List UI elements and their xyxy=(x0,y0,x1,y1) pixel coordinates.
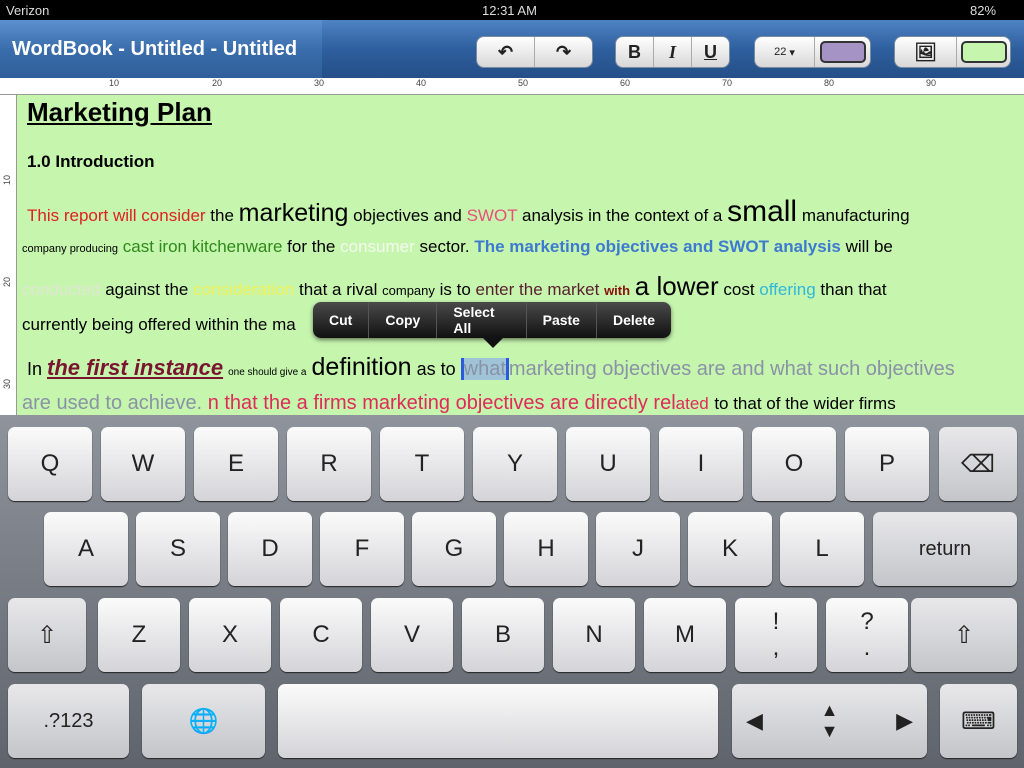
key-m[interactable]: M xyxy=(644,598,726,672)
ruler-mark: 40 xyxy=(416,78,427,88)
toolbar: WordBook - Untitled - Untitled ↶ ↷ B I U… xyxy=(0,20,1024,78)
shift-key[interactable]: ⇧ xyxy=(8,598,86,672)
key-z[interactable]: Z xyxy=(98,598,180,672)
arrow-down-icon[interactable]: ▼ xyxy=(821,721,839,742)
hide-keyboard-icon[interactable]: ⌨ xyxy=(940,684,1017,758)
return-key[interactable]: return xyxy=(873,512,1017,586)
image-icon[interactable]: 🖼 xyxy=(895,37,957,67)
document-editor[interactable]: Marketing Plan 1.0 Introduction This rep… xyxy=(17,95,1024,415)
ruler-mark: 60 xyxy=(620,78,631,88)
key-s[interactable]: S xyxy=(136,512,220,586)
key-u[interactable]: U xyxy=(566,427,650,501)
clock: 12:31 AM xyxy=(482,3,537,18)
paragraph-line: are used to achieve. n that the a firms … xyxy=(22,392,896,414)
key-j[interactable]: J xyxy=(596,512,680,586)
ruler-mark: 90 xyxy=(926,78,937,88)
context-menu: Cut Copy Select All Paste Delete xyxy=(313,302,671,338)
cut-menu-item[interactable]: Cut xyxy=(313,302,370,338)
document-heading: Marketing Plan xyxy=(27,97,212,127)
font-size-select[interactable]: 22 ▾ xyxy=(755,37,815,67)
format-group: B I U xyxy=(615,36,730,68)
key-e[interactable]: E xyxy=(194,427,278,501)
ruler-mark: 20 xyxy=(212,78,223,88)
key-q[interactable]: Q xyxy=(8,427,92,501)
vertical-ruler: 10 20 30 xyxy=(0,95,17,415)
section-heading: 1.0 Introduction xyxy=(27,152,155,171)
key-x[interactable]: X xyxy=(189,598,271,672)
keyboard: Q W E R T Y U I O P ⌫ A S D F G H J K Lreturn ⇧ Z X C V B N M! ,? .… xyxy=(0,415,1024,768)
undo-icon[interactable]: ↶ xyxy=(477,37,535,67)
ruler-mark: 30 xyxy=(314,78,325,88)
arrow-keys[interactable]: ◀ ▲ ▼ ▶ xyxy=(732,684,927,758)
backspace-key[interactable]: ⌫ xyxy=(939,427,1017,501)
arrow-right-icon[interactable]: ▶ xyxy=(896,708,913,734)
paragraph-line: conducted against the consideration that… xyxy=(22,271,887,301)
space-bar[interactable] xyxy=(278,684,718,758)
bold-button[interactable]: B xyxy=(616,37,654,67)
paragraph-line: company producing cast iron kitchenware … xyxy=(22,237,893,256)
key-w[interactable]: W xyxy=(101,427,185,501)
font-group: 22 ▾ xyxy=(754,36,871,68)
arrow-left-icon[interactable]: ◀ xyxy=(746,708,763,734)
key-t[interactable]: T xyxy=(380,427,464,501)
key-exclaim-comma[interactable]: ! , xyxy=(735,598,817,672)
paragraph-line: This report will consider the marketing … xyxy=(27,195,910,228)
select-all-menu-item[interactable]: Select All xyxy=(437,302,527,338)
key-d[interactable]: D xyxy=(228,512,312,586)
text-color-button[interactable] xyxy=(815,37,870,67)
ruler-mark: 50 xyxy=(518,78,529,88)
ruler-mark: 10 xyxy=(2,174,13,186)
ruler-mark: 70 xyxy=(722,78,733,88)
italic-button[interactable]: I xyxy=(654,37,692,67)
key-f[interactable]: F xyxy=(320,512,404,586)
status-bar: Verizon 12:31 AM 82% xyxy=(0,0,1024,20)
background-color-button[interactable] xyxy=(957,37,1010,67)
insert-group: 🖼 xyxy=(894,36,1011,68)
key-c[interactable]: C xyxy=(280,598,362,672)
key-v[interactable]: V xyxy=(371,598,453,672)
key-p[interactable]: P xyxy=(845,427,929,501)
numbers-key[interactable]: .?123 xyxy=(8,684,129,758)
key-y[interactable]: Y xyxy=(473,427,557,501)
key-l[interactable]: L xyxy=(780,512,864,586)
key-n[interactable]: N xyxy=(553,598,635,672)
key-g[interactable]: G xyxy=(412,512,496,586)
horizontal-ruler: 10 20 30 40 50 60 70 80 90 xyxy=(0,78,1024,95)
key-o[interactable]: O xyxy=(752,427,836,501)
shift-key-right[interactable]: ⇧ xyxy=(911,598,1017,672)
menu-pointer xyxy=(483,338,503,348)
ruler-mark: 30 xyxy=(2,378,13,390)
paragraph-line: In the first instance one should give a … xyxy=(27,353,955,381)
battery: 82% xyxy=(970,3,997,18)
carrier: Verizon xyxy=(6,3,50,18)
key-r[interactable]: R xyxy=(287,427,371,501)
copy-menu-item[interactable]: Copy xyxy=(369,302,438,338)
key-a[interactable]: A xyxy=(44,512,128,586)
delete-menu-item[interactable]: Delete xyxy=(597,302,671,338)
underline-button[interactable]: U xyxy=(692,37,729,67)
redo-icon[interactable]: ↷ xyxy=(535,37,592,67)
ruler-mark: 10 xyxy=(109,78,120,88)
app-title: WordBook - Untitled - Untitled xyxy=(12,38,298,60)
undo-redo-group: ↶ ↷ xyxy=(476,36,593,68)
arrow-up-icon[interactable]: ▲ xyxy=(821,700,839,721)
ruler-mark: 80 xyxy=(824,78,835,88)
paste-menu-item[interactable]: Paste xyxy=(527,302,597,338)
selected-text: what xyxy=(460,358,509,380)
paragraph-line: currently being offered within the ma xyxy=(22,315,296,334)
key-question-period[interactable]: ? . xyxy=(826,598,908,672)
key-i[interactable]: I xyxy=(659,427,743,501)
key-b[interactable]: B xyxy=(462,598,544,672)
globe-icon[interactable]: 🌐 xyxy=(142,684,265,758)
key-h[interactable]: H xyxy=(504,512,588,586)
key-k[interactable]: K xyxy=(688,512,772,586)
ruler-mark: 20 xyxy=(2,276,13,288)
